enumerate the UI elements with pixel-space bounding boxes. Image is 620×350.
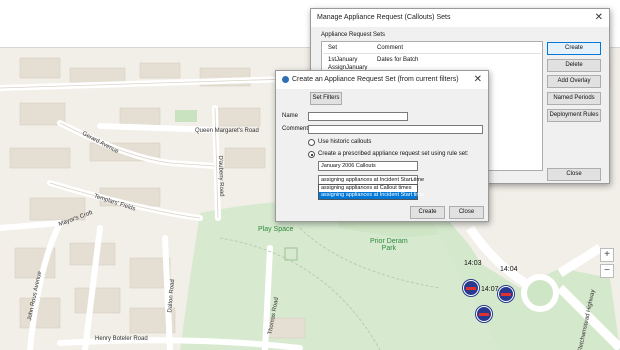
comment-input[interactable]: [308, 125, 483, 134]
name-label: Name: [282, 113, 299, 119]
historic-callouts-radio[interactable]: [308, 139, 315, 146]
prescribed-set-label: Create a prescribed appliance request se…: [318, 151, 469, 157]
rule-set-value: January 2006 Callouts: [321, 163, 376, 169]
prescribed-set-radio[interactable]: [308, 151, 315, 158]
assign-mode-value: assigning appliances at Incident Start t…: [321, 177, 425, 183]
create-request-set-dialog: Create an Appliance Request Set (from cu…: [275, 70, 489, 222]
close-icon[interactable]: ✕: [595, 9, 603, 27]
set-filters-button[interactable]: Set Filters: [310, 92, 342, 105]
zoom-out-button[interactable]: −: [600, 264, 614, 278]
incident-time: 14:04: [500, 266, 518, 273]
dialog-title: Manage Appliance Request (Callouts) Sets: [317, 14, 451, 21]
add-overlay-button[interactable]: Add Overlay: [547, 75, 601, 88]
delete-set-button[interactable]: Delete: [547, 59, 601, 72]
set-cell[interactable]: 1stJanuary: [328, 57, 357, 63]
column-header-comment[interactable]: Comment: [377, 45, 403, 51]
divider: [323, 53, 541, 54]
assign-mode-dropdown: assigning appliances at Callout times as…: [318, 184, 424, 200]
close-icon[interactable]: ✕: [474, 71, 482, 89]
rule-set-select[interactable]: January 2006 Callouts: [318, 161, 418, 171]
dropdown-option-selected[interactable]: assigning appliances at Incident Start t…: [319, 192, 424, 199]
street-label: Queen Margaret's Road: [195, 128, 259, 134]
comment-label: Comment: [282, 126, 309, 132]
park-label: Prior Deram Park: [370, 238, 408, 252]
chevron-down-icon[interactable]: ⌄: [410, 176, 415, 184]
column-header-set[interactable]: Set: [328, 45, 337, 51]
incident-marker[interactable]: [476, 306, 492, 322]
street-label: Henry Boteler Road: [95, 336, 148, 342]
named-periods-button[interactable]: Named Periods: [547, 92, 601, 105]
incident-marker[interactable]: [463, 280, 479, 296]
close-manage-button[interactable]: Close: [547, 168, 601, 181]
create-set-button[interactable]: Create: [547, 42, 601, 55]
incident-marker[interactable]: [498, 286, 514, 302]
deployment-rules-button[interactable]: Deployment Rules: [547, 109, 601, 122]
zoom-in-button[interactable]: +: [600, 248, 614, 262]
park-label: Play Space: [258, 226, 294, 233]
comment-cell[interactable]: Dates for Batch: [377, 57, 418, 63]
section-label: Appliance Request Sets: [321, 32, 386, 38]
dropdown-option[interactable]: assigning appliances at Callout times: [319, 185, 417, 192]
incident-time: 14:07: [481, 286, 499, 293]
create-button[interactable]: Create: [410, 206, 445, 219]
name-input[interactable]: [308, 112, 408, 121]
app-icon: [282, 75, 289, 83]
incident-time: 14:03: [464, 260, 482, 267]
dialog-title: Create an Appliance Request Set (from cu…: [292, 76, 459, 83]
dialog-titlebar: Manage Appliance Request (Callouts) Sets…: [311, 9, 609, 27]
dialog-titlebar: Create an Appliance Request Set (from cu…: [276, 71, 488, 89]
historic-callouts-label: Use historic callouts: [318, 139, 372, 145]
close-button[interactable]: Close: [449, 206, 484, 219]
